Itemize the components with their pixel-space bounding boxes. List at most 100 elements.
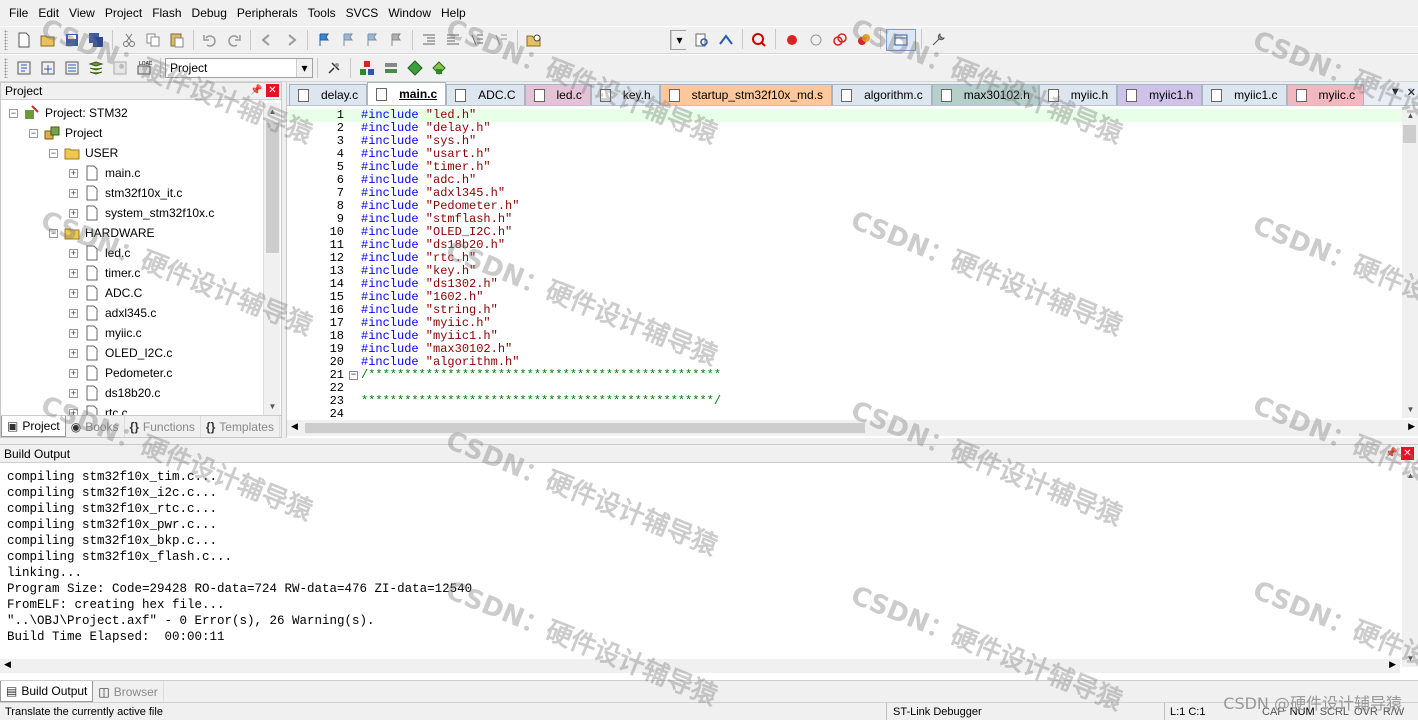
breakpoint-insert-icon[interactable] xyxy=(781,29,803,51)
batch-build-icon[interactable] xyxy=(85,57,107,79)
editor-tab[interactable]: startup_stm32f10x_md.s xyxy=(659,84,833,105)
menu-view[interactable]: View xyxy=(64,0,100,26)
menu-help[interactable]: Help xyxy=(436,0,471,26)
unindent-icon[interactable] xyxy=(442,29,464,51)
scroll-thumb[interactable] xyxy=(305,423,865,433)
expand-icon[interactable]: + xyxy=(69,308,78,318)
cut-icon[interactable] xyxy=(118,29,140,51)
breakpoint-kill-all-icon[interactable] xyxy=(853,29,875,51)
editor-tab[interactable]: led.c xyxy=(524,84,591,105)
uncomment-icon[interactable] xyxy=(490,29,512,51)
tab-project[interactable]: ▣ Project xyxy=(1,416,66,437)
scroll-left-icon[interactable]: ◀ xyxy=(291,421,298,432)
tree-item[interactable]: + stm32f10x_it.c xyxy=(69,183,182,203)
tree-item[interactable]: − Project: STM32 xyxy=(9,103,128,123)
menu-debug[interactable]: Debug xyxy=(187,0,232,26)
build-horizontal-scrollbar[interactable]: ◀ ▶ xyxy=(0,659,1400,673)
copy-icon[interactable] xyxy=(142,29,164,51)
scroll-right-icon[interactable]: ▶ xyxy=(1389,659,1396,670)
pin-icon[interactable]: 📌 xyxy=(1385,448,1397,460)
collapse-icon[interactable]: − xyxy=(29,128,38,138)
toolbar-grip[interactable] xyxy=(4,58,8,78)
target-options-icon[interactable] xyxy=(323,57,345,79)
configure-icon[interactable] xyxy=(927,29,949,51)
code-area[interactable]: 1 #include "led.h" 2 #include "delay.h" 3 #in… xyxy=(287,107,1403,418)
menu-project[interactable]: Project xyxy=(100,0,147,26)
scroll-down-icon[interactable]: ▼ xyxy=(264,398,281,415)
pin-icon[interactable]: 📌 xyxy=(250,85,262,97)
bookmark-clear-icon[interactable] xyxy=(385,29,407,51)
menu-window[interactable]: Window xyxy=(383,0,436,26)
tree-item[interactable]: + main.c xyxy=(69,163,140,183)
bookmark-prev-icon[interactable] xyxy=(337,29,359,51)
tab-browser[interactable]: ◫ Browser xyxy=(93,681,164,702)
scroll-left-icon[interactable]: ◀ xyxy=(4,659,11,670)
debug-session-icon[interactable] xyxy=(748,29,770,51)
tree-item[interactable]: + rtc.c xyxy=(69,403,128,415)
tree-item[interactable]: + timer.c xyxy=(69,263,140,283)
code-horizontal-scrollbar[interactable]: ◀ ▶ xyxy=(287,420,1418,436)
paste-icon[interactable] xyxy=(166,29,188,51)
editor-tab[interactable]: myiic.h xyxy=(1038,84,1118,105)
editor-tab[interactable]: key.h xyxy=(590,84,660,105)
editor-tab[interactable]: max30102.h xyxy=(931,84,1039,105)
stop-build-icon[interactable] xyxy=(109,57,131,79)
expand-icon[interactable]: + xyxy=(69,388,78,398)
editor-tab[interactable]: myiic1.h xyxy=(1117,84,1203,105)
save-icon[interactable] xyxy=(61,29,83,51)
tab-list-icon[interactable]: ▼ xyxy=(1390,86,1401,99)
tree-item[interactable]: + myiic.c xyxy=(69,323,142,343)
editor-tab[interactable]: delay.c xyxy=(289,84,368,105)
bookmark-toggle-icon[interactable] xyxy=(313,29,335,51)
code-vertical-scrollbar[interactable]: ▲ ▼ xyxy=(1402,107,1418,418)
tree-item[interactable]: + adxl345.c xyxy=(69,303,156,323)
scroll-thumb[interactable] xyxy=(266,123,279,253)
target-select[interactable]: Project ▾ xyxy=(165,58,313,78)
fold-collapse-icon[interactable]: − xyxy=(349,371,358,380)
tree-item[interactable]: + system_stm32f10x.c xyxy=(69,203,214,223)
close-tab-icon[interactable]: ✕ xyxy=(1407,86,1416,99)
toolbar-grip[interactable] xyxy=(4,30,8,50)
translate-icon[interactable] xyxy=(13,57,35,79)
tree-item[interactable]: + ADC.C xyxy=(69,283,142,303)
build-icon[interactable] xyxy=(37,57,59,79)
tree-item[interactable]: + ds18b20.c xyxy=(69,383,160,403)
run-time-environment-icon[interactable] xyxy=(404,57,426,79)
expand-icon[interactable]: + xyxy=(69,168,78,178)
tree-item[interactable]: − Project xyxy=(29,123,102,143)
tab-functions[interactable]: {} Functions xyxy=(125,416,201,437)
expand-icon[interactable]: + xyxy=(69,188,78,198)
scroll-right-icon[interactable]: ▶ xyxy=(1408,421,1415,432)
new-file-icon[interactable] xyxy=(13,29,35,51)
close-icon[interactable]: ✕ xyxy=(266,84,279,97)
find-icon[interactable] xyxy=(691,29,713,51)
breakpoint-enable-icon[interactable] xyxy=(805,29,827,51)
editor-tab[interactable]: myiic1.c xyxy=(1202,84,1287,105)
rebuild-icon[interactable] xyxy=(61,57,83,79)
redo-icon[interactable] xyxy=(223,29,245,51)
tree-item[interactable]: + Pedometer.c xyxy=(69,363,172,383)
menu-svcs[interactable]: SVCS xyxy=(341,0,384,26)
tree-item[interactable]: + led.c xyxy=(69,243,130,263)
tree-item[interactable]: − HARDWARE xyxy=(49,223,155,243)
chevron-down-icon[interactable]: ▾ xyxy=(296,59,312,77)
pack-installer-icon[interactable] xyxy=(428,57,450,79)
scroll-up-icon[interactable]: ▲ xyxy=(264,103,281,120)
editor-tab[interactable]: ADC.C xyxy=(446,84,525,105)
editor-tab[interactable]: algorithm.c xyxy=(832,84,932,105)
collapse-icon[interactable]: − xyxy=(49,228,58,238)
download-icon[interactable]: LOAD xyxy=(133,57,155,79)
expand-icon[interactable]: + xyxy=(69,348,78,358)
menu-tools[interactable]: Tools xyxy=(303,0,341,26)
tree-item[interactable]: − USER xyxy=(49,143,118,163)
find-combo[interactable]: ▾ xyxy=(670,30,687,50)
menu-edit[interactable]: Edit xyxy=(33,0,64,26)
indent-icon[interactable] xyxy=(418,29,440,51)
expand-icon[interactable]: + xyxy=(69,268,78,278)
bookmark-next-icon[interactable] xyxy=(361,29,383,51)
close-icon[interactable]: ✕ xyxy=(1401,447,1414,460)
nav-forward-icon[interactable] xyxy=(280,29,302,51)
incremental-find-icon[interactable] xyxy=(715,29,737,51)
editor-tab[interactable]: myiic.c xyxy=(1286,84,1365,105)
menu-file[interactable]: File xyxy=(4,0,33,26)
